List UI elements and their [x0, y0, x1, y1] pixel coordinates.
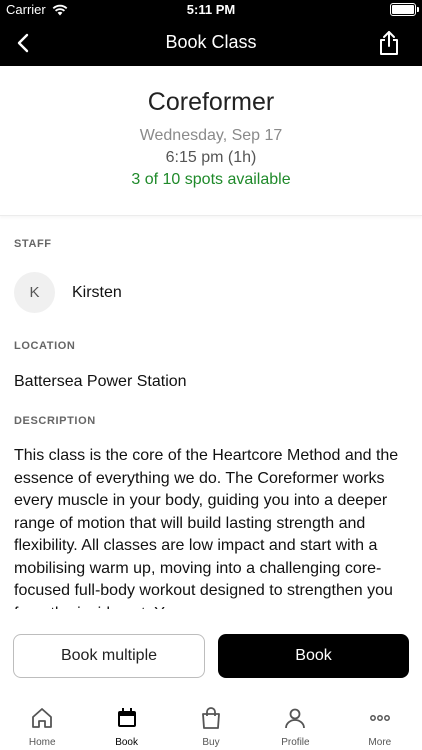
- book-multiple-button[interactable]: Book multiple: [13, 634, 205, 678]
- book-button[interactable]: Book: [218, 634, 409, 678]
- page-title: Book Class: [165, 32, 257, 52]
- status-bar: Carrier 5:11 PM: [0, 0, 422, 20]
- more-dots-icon: [369, 715, 390, 721]
- avatar: K: [14, 272, 55, 313]
- battery-icon: [390, 3, 419, 16]
- staff-name: Kirsten: [72, 283, 122, 301]
- nav-bar: Book Class: [0, 20, 422, 66]
- class-time: 6:15 pm (1h): [165, 149, 257, 166]
- location-value: Battersea Power Station: [14, 373, 187, 390]
- tab-bar: Home Book Buy Profile More: [0, 703, 422, 750]
- action-bar: Book multiple Book: [0, 609, 422, 703]
- status-time: 5:11 PM: [186, 2, 236, 17]
- person-icon: [285, 708, 306, 729]
- description-text: This class is the core of the Heartcore …: [14, 447, 399, 609]
- tab-profile[interactable]: Profile: [253, 703, 337, 750]
- home-icon: [32, 708, 53, 728]
- tab-home[interactable]: Home: [0, 703, 84, 750]
- class-name: Coreformer: [147, 88, 275, 116]
- tab-more-label: More: [368, 737, 392, 748]
- shopping-bag-icon: [202, 707, 220, 729]
- calendar-icon: [117, 708, 136, 727]
- tab-more[interactable]: More: [338, 703, 422, 750]
- spots-available: 3 of 10 spots available: [131, 171, 291, 188]
- tab-home-label: Home: [28, 737, 56, 748]
- tab-book-label: Book: [115, 737, 138, 748]
- staff-item[interactable]: K Kirsten: [14, 272, 122, 313]
- tab-buy-label: Buy: [202, 737, 220, 748]
- tab-book[interactable]: Book: [84, 703, 168, 750]
- class-header: Coreformer Wednesday, Sep 17 6:15 pm (1h…: [0, 66, 422, 216]
- share-button[interactable]: [374, 28, 404, 58]
- description-section-label: DESCRIPTION: [14, 415, 96, 427]
- location-section-label: LOCATION: [14, 340, 76, 352]
- tab-profile-label: Profile: [281, 737, 310, 748]
- tab-buy[interactable]: Buy: [169, 703, 253, 750]
- share-icon: [380, 31, 398, 55]
- class-date: Wednesday, Sep 17: [139, 127, 283, 144]
- staff-section-label: STAFF: [14, 238, 52, 250]
- class-details[interactable]: STAFF K Kirsten LOCATION Battersea Power…: [0, 217, 422, 609]
